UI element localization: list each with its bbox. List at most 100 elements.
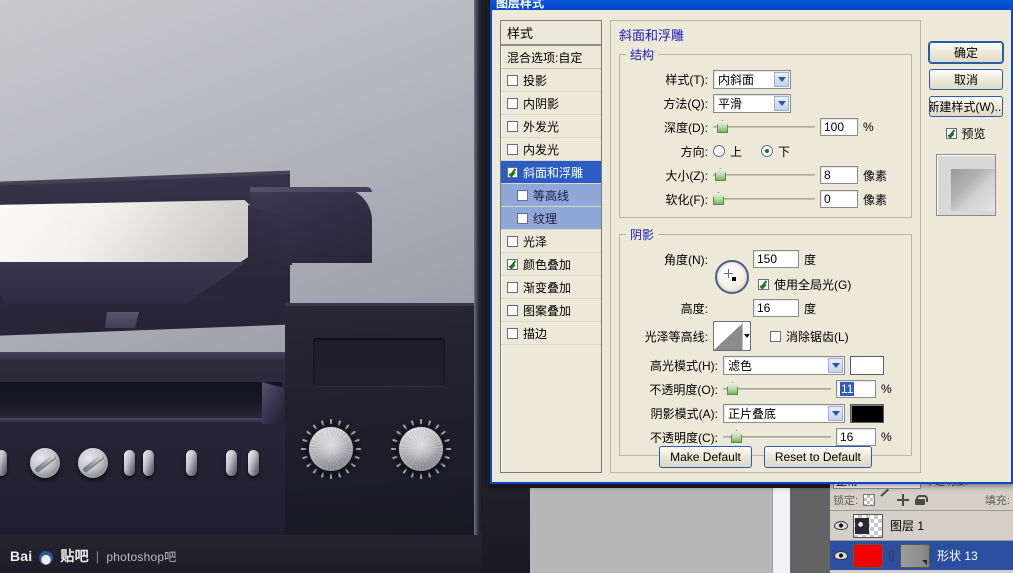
slider-handle[interactable] xyxy=(731,430,742,443)
table-row[interactable]: 图层 1 xyxy=(830,510,1013,540)
chevron-down-icon[interactable] xyxy=(774,95,789,111)
checkbox-icon[interactable] xyxy=(507,143,518,155)
preview-checkbox[interactable] xyxy=(946,128,958,139)
eye-icon[interactable] xyxy=(832,548,849,564)
eye-icon[interactable] xyxy=(832,518,849,534)
technique-select[interactable]: 平滑 xyxy=(713,93,791,113)
highlight-mode-select[interactable]: 滤色 xyxy=(723,355,845,375)
sidebar-item-contour[interactable]: 等高线 xyxy=(501,184,601,207)
amp-vent-slot xyxy=(226,450,237,476)
layers-lock-row: 锁定: 填充: xyxy=(830,490,1013,510)
artwork-canvas[interactable] xyxy=(0,0,482,535)
highlight-mode-label: 高光模式(H): xyxy=(650,358,718,373)
altitude-input[interactable]: 16 xyxy=(753,299,799,317)
chevron-down-icon[interactable] xyxy=(828,357,843,373)
sidebar-item-stroke[interactable]: 描边 xyxy=(501,322,601,345)
new-style-button[interactable]: 新建样式(W)... xyxy=(929,96,1003,117)
dialog-title-bar[interactable]: 图层样式 xyxy=(490,0,1013,10)
shadow-opacity-input[interactable]: 16 xyxy=(836,428,876,446)
checkbox-icon[interactable] xyxy=(507,74,518,86)
highlight-opacity-input[interactable]: 11 xyxy=(836,380,876,398)
slider-handle[interactable] xyxy=(713,192,724,205)
sidebar-item-pattern-overlay[interactable]: 图案叠加 xyxy=(501,299,601,322)
amp-chassis-lip xyxy=(0,352,290,360)
reset-to-default-button[interactable]: Reset to Default xyxy=(763,446,872,468)
antialias-checkbox[interactable] xyxy=(770,330,781,342)
sidebar-item-label: 光泽 xyxy=(523,234,548,249)
sidebar-item-inner-shadow[interactable]: 内阴影 xyxy=(501,92,601,115)
slider-handle[interactable] xyxy=(727,382,738,395)
page-title: 图层样式 xyxy=(496,0,545,10)
section-title: 斜面和浮雕 xyxy=(619,28,685,43)
checkbox-icon[interactable] xyxy=(507,327,518,339)
angle-input[interactable]: 150 xyxy=(753,250,799,268)
sidebar-item-label: 图案叠加 xyxy=(523,303,572,318)
lock-label: 锁定: xyxy=(833,495,859,507)
layer-thumbnail[interactable] xyxy=(853,513,883,538)
shadow-color-swatch[interactable] xyxy=(850,403,884,423)
soften-input[interactable]: 0 xyxy=(820,190,858,208)
depth-input[interactable]: 100 xyxy=(820,118,858,136)
checkbox-icon[interactable] xyxy=(507,120,518,132)
depth-unit: % xyxy=(863,120,874,134)
sidebar-item-blending-options[interactable]: 混合选项:自定 xyxy=(501,46,601,69)
checkbox-icon[interactable] xyxy=(507,258,518,270)
lock-image-icon[interactable] xyxy=(880,494,892,506)
checkbox-icon[interactable] xyxy=(507,166,518,178)
checkbox-icon[interactable] xyxy=(517,189,528,201)
direction-label: 方向: xyxy=(680,144,708,159)
size-slider[interactable] xyxy=(713,167,815,183)
ok-button[interactable]: 确定 xyxy=(929,42,1003,63)
checkbox-icon[interactable] xyxy=(507,304,518,316)
bevel-style-select[interactable]: 内斜面 xyxy=(713,69,791,89)
layer-thumbnail[interactable] xyxy=(853,543,883,568)
direction-up-radio[interactable] xyxy=(713,145,725,157)
sidebar-item-inner-glow[interactable]: 内发光 xyxy=(501,138,601,161)
sidebar-item-drop-shadow[interactable]: 投影 xyxy=(501,69,601,92)
soften-value: 0 xyxy=(824,192,831,206)
global-light-checkbox[interactable] xyxy=(758,278,769,290)
checkbox-icon[interactable] xyxy=(517,212,528,224)
sidebar-item-texture[interactable]: 纹理 xyxy=(501,207,601,230)
chevron-down-icon[interactable] xyxy=(774,71,789,87)
sidebar-item-satin[interactable]: 光泽 xyxy=(501,230,601,253)
checkbox-icon[interactable] xyxy=(507,97,518,109)
table-row[interactable]: 形状 13 xyxy=(830,540,1013,570)
highlight-opacity-slider[interactable] xyxy=(723,381,831,397)
shadow-opacity-slider[interactable] xyxy=(723,429,831,445)
lock-position-icon[interactable] xyxy=(897,494,910,506)
canvas-vertical-scrollbar[interactable] xyxy=(772,488,790,573)
gloss-contour-picker[interactable] xyxy=(713,321,751,351)
amp-vent-slot xyxy=(143,450,154,476)
global-light-label: 使用全局光(G) xyxy=(774,277,852,292)
styles-list-header: 样式 xyxy=(501,21,601,46)
amp-screw xyxy=(30,448,60,478)
sidebar-item-bevel-emboss[interactable]: 斜面和浮雕 xyxy=(501,161,601,184)
sidebar-item-gradient-overlay[interactable]: 渐变叠加 xyxy=(501,276,601,299)
slider-handle[interactable] xyxy=(715,168,726,181)
sidebar-item-outer-glow[interactable]: 外发光 xyxy=(501,115,601,138)
make-default-button[interactable]: Make Default xyxy=(659,446,752,468)
slider-handle[interactable] xyxy=(717,120,728,133)
cancel-button[interactable]: 取消 xyxy=(929,69,1003,90)
chevron-down-icon[interactable] xyxy=(742,322,750,350)
angle-dial[interactable] xyxy=(715,260,749,294)
amp-disc-slot xyxy=(0,382,282,420)
angle-dial-indicator xyxy=(732,277,736,281)
mask-link-icon[interactable] xyxy=(887,545,896,567)
lock-transparency-icon[interactable] xyxy=(863,494,876,506)
chevron-down-icon[interactable] xyxy=(828,405,843,421)
depth-slider[interactable] xyxy=(713,119,815,135)
soften-slider[interactable] xyxy=(713,191,815,207)
checkbox-icon[interactable] xyxy=(507,281,518,293)
size-input[interactable]: 8 xyxy=(820,166,858,184)
direction-down-radio[interactable] xyxy=(761,145,774,157)
slider-track xyxy=(713,174,815,176)
vector-mask-thumbnail[interactable] xyxy=(900,543,930,568)
highlight-color-swatch[interactable] xyxy=(850,355,884,375)
amp-vent-slot xyxy=(186,450,197,476)
checkbox-icon[interactable] xyxy=(507,235,518,247)
lock-all-icon[interactable] xyxy=(914,494,929,506)
sidebar-item-color-overlay[interactable]: 颜色叠加 xyxy=(501,253,601,276)
shadow-mode-select[interactable]: 正片叠底 xyxy=(723,403,845,423)
